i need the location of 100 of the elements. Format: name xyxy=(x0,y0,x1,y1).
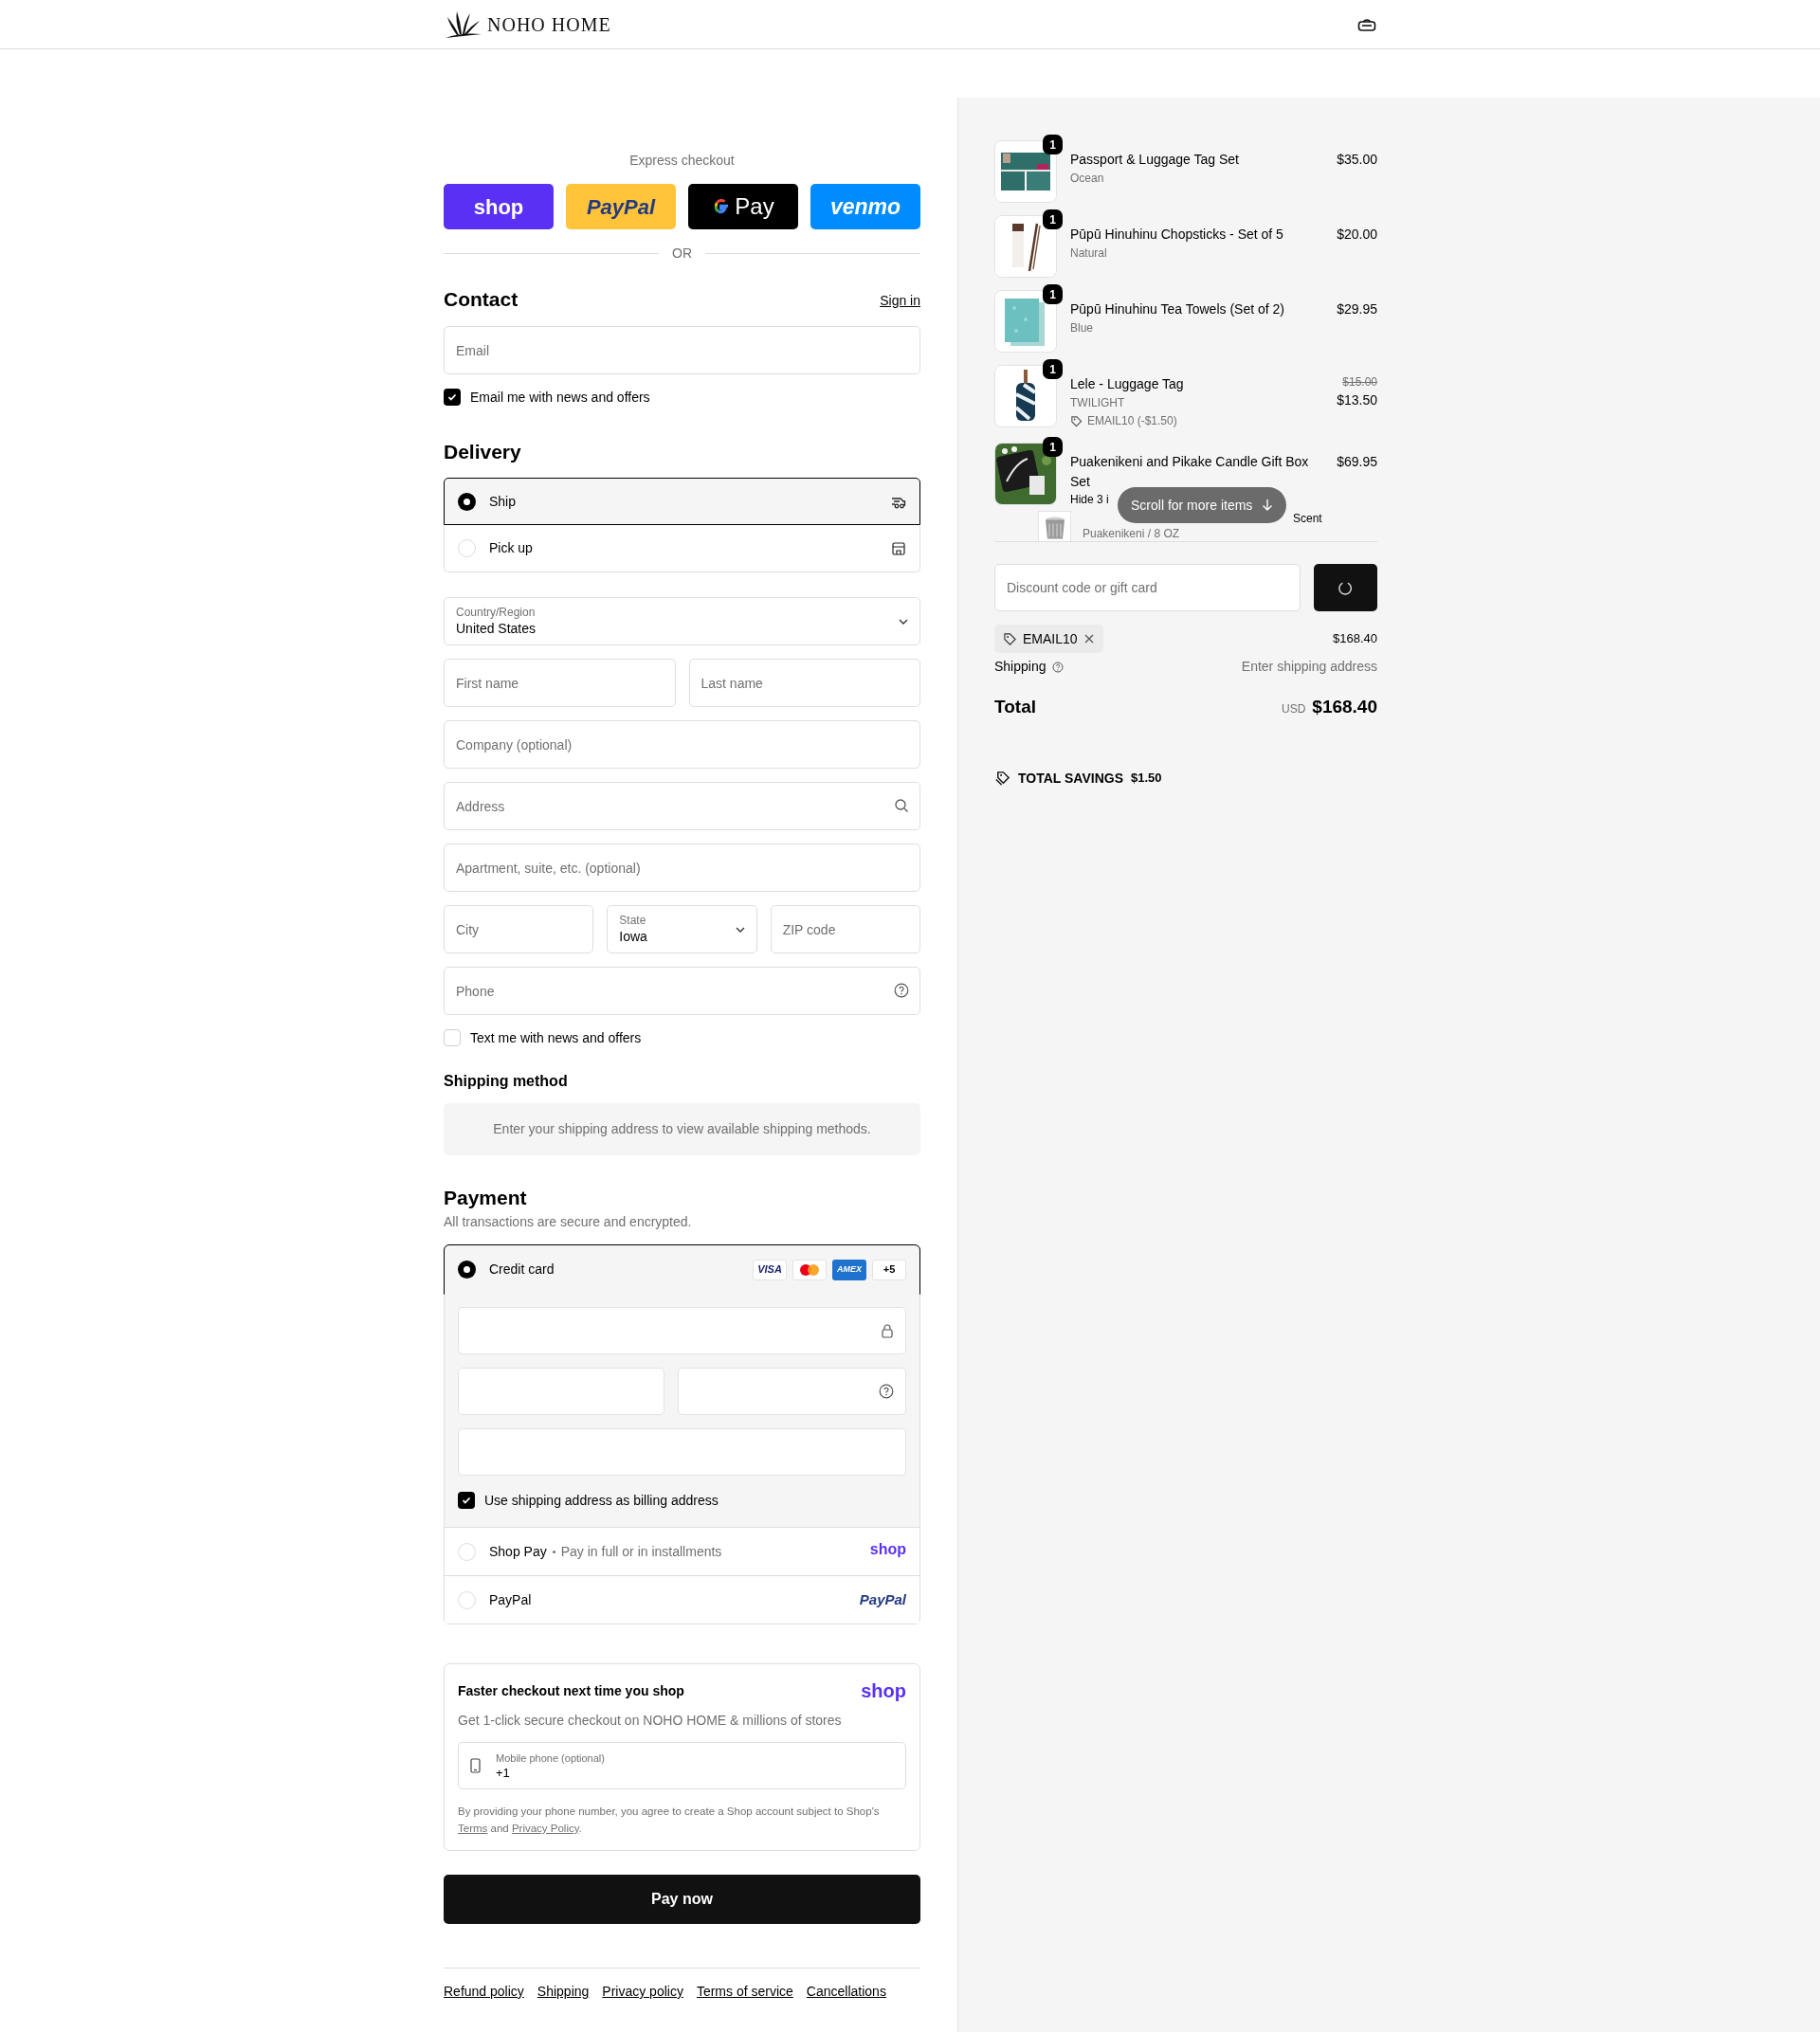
input-field[interactable]: Company (optional) xyxy=(444,720,920,769)
expiry-field[interactable] xyxy=(458,1368,664,1415)
arrow-down-icon xyxy=(1262,499,1274,512)
apply-button[interactable] xyxy=(1314,564,1377,611)
name-on-card-field[interactable] xyxy=(458,1428,906,1476)
card-number-field[interactable] xyxy=(458,1307,906,1354)
google-pay-button[interactable]: Pay xyxy=(688,184,798,229)
radio-button[interactable] xyxy=(458,492,476,511)
radio-button[interactable] xyxy=(458,1542,476,1561)
footer-link[interactable]: Terms of service xyxy=(696,1982,793,2002)
security-code-field[interactable] xyxy=(677,1368,906,1415)
product-price: $20.00 xyxy=(1337,226,1377,244)
product-variant: Blue xyxy=(1070,320,1095,336)
pay-now-button[interactable]: Pay now xyxy=(444,1875,920,1924)
product-price: $69.95 xyxy=(1337,453,1377,471)
checkbox-label: Use shipping address as billing address xyxy=(484,1491,719,1510)
delivery-option[interactable]: Pick up xyxy=(444,525,920,572)
tag-icon xyxy=(1003,631,1017,646)
check-icon xyxy=(461,1495,472,1506)
email-field[interactable]: Email xyxy=(444,326,920,374)
footer-link[interactable]: Refund policy xyxy=(444,1982,524,2002)
help-icon[interactable] xyxy=(879,1384,894,1399)
discount-label: EMAIL10 (-$1.50) xyxy=(1087,413,1177,429)
product-price: $29.95 xyxy=(1337,300,1377,318)
phone-icon xyxy=(470,1758,481,1773)
section-heading: Shipping method xyxy=(444,1072,569,1091)
radio-button[interactable] xyxy=(458,539,476,557)
privacy-policy-link[interactable]: Privacy Policy xyxy=(511,1823,579,1834)
close-icon[interactable] xyxy=(1083,633,1095,644)
input-field[interactable]: Apartment, suite, etc. (optional) xyxy=(444,844,920,892)
phone-field[interactable]: Mobile phone (optional) +1 xyxy=(458,1742,906,1789)
divider-label: OR xyxy=(672,245,692,263)
delivery-option[interactable]: Ship xyxy=(444,478,920,525)
shop-pay-button[interactable]: shop xyxy=(444,184,554,229)
select-field[interactable]: Country/Region United States xyxy=(444,597,920,645)
card-brand-icon xyxy=(799,1262,820,1277)
card-brand-badge: VISA xyxy=(753,1259,787,1280)
select-field[interactable]: State Iowa xyxy=(607,905,757,953)
option-label: Shop Pay xyxy=(489,1542,547,1561)
checkbox-label: Email me with news and offers xyxy=(470,388,650,407)
help-icon[interactable] xyxy=(894,983,909,998)
footer-link[interactable]: Cancellations xyxy=(806,1982,886,2002)
input-field[interactable]: City xyxy=(444,905,594,953)
payment-option[interactable]: PayPal PayPal xyxy=(445,1575,919,1624)
discount-code: EMAIL10 xyxy=(1023,629,1078,648)
input-field[interactable]: ZIP code xyxy=(770,905,920,953)
shop-logo: shop xyxy=(869,1540,906,1559)
chevron-down-icon xyxy=(735,926,745,933)
help-icon[interactable] xyxy=(1051,661,1064,673)
section-label: Express checkout xyxy=(628,152,736,170)
section-heading: Contact xyxy=(444,287,519,312)
sign-in-link[interactable]: Sign in xyxy=(880,291,920,311)
footer-link[interactable]: Privacy policy xyxy=(602,1982,683,2002)
hide-items-link[interactable]: Hide 3 i xyxy=(1070,492,1109,507)
radio-button[interactable] xyxy=(458,1261,476,1279)
total-label: Total xyxy=(994,696,1036,718)
paypal-logo: PayPal xyxy=(859,1589,906,1609)
checkbox[interactable] xyxy=(444,389,461,406)
quantity-badge: 1 xyxy=(1043,135,1063,154)
search-field[interactable]: Address xyxy=(444,782,920,830)
store-icon xyxy=(891,540,906,556)
product-name: Pūpū Hinuhinu Tea Towels (Set of 2) xyxy=(1070,300,1285,318)
input-field[interactable]: First name xyxy=(444,659,676,707)
payment-option[interactable]: Credit card VISA AMEX +5 xyxy=(445,1245,919,1294)
shop-logo: shop xyxy=(861,1679,906,1703)
checkbox[interactable] xyxy=(444,1029,461,1046)
input-field[interactable]: Last name xyxy=(688,659,920,707)
quantity-badge: 1 xyxy=(1043,437,1063,457)
option-note: Pay in full or in installments xyxy=(560,1542,722,1561)
info-message: Enter your shipping address to view available shipping methods. xyxy=(444,1103,920,1155)
product-name: Pūpū Hinuhinu Chopsticks - Set of 5 xyxy=(1070,226,1284,244)
tags-icon xyxy=(994,770,1010,787)
product-name: Scent xyxy=(1293,511,1322,526)
footer-link[interactable]: Shipping xyxy=(537,1982,590,2002)
checkbox[interactable] xyxy=(458,1492,475,1509)
original-price: $15.00 xyxy=(1342,374,1377,390)
lock-icon xyxy=(881,1323,894,1338)
brand-logo[interactable]: NOHO HOME xyxy=(487,9,611,39)
subtotal-value: $168.40 xyxy=(1333,630,1377,648)
search-icon xyxy=(894,798,909,813)
discount-field[interactable]: Discount code or gift card xyxy=(994,564,1301,611)
legal-text: By providing your phone number, you agree to create a Shop account subject to Shop's Terms and Privacy Policy. xyxy=(458,1805,881,1836)
product-name: Lele - Luggage Tag xyxy=(1070,375,1185,393)
tag-icon xyxy=(1070,415,1083,427)
quantity-badge: 1 xyxy=(1043,209,1063,229)
product-variant: Puakenikeni / 8 OZ xyxy=(1083,526,1181,541)
product-variant: TWILIGHT xyxy=(1070,395,1126,411)
option-label: Credit card xyxy=(489,1261,555,1279)
input-field[interactable]: Phone xyxy=(444,967,920,1015)
terms-link[interactable]: Terms xyxy=(458,1823,488,1834)
quantity-badge: 1 xyxy=(1043,359,1063,379)
radio-button[interactable] xyxy=(458,1590,476,1609)
product-variant: Natural xyxy=(1070,245,1108,262)
scroll-hint-button[interactable]: Scroll for more items xyxy=(1118,487,1287,523)
promo-title: Faster checkout next time you shop xyxy=(458,1681,684,1700)
savings-value: $1.50 xyxy=(1131,770,1162,788)
paypal-button[interactable]: PayPal xyxy=(566,184,676,229)
section-heading: Delivery xyxy=(444,440,522,464)
more-brands-badge: +5 xyxy=(872,1259,906,1280)
bag-icon[interactable] xyxy=(1357,17,1376,31)
